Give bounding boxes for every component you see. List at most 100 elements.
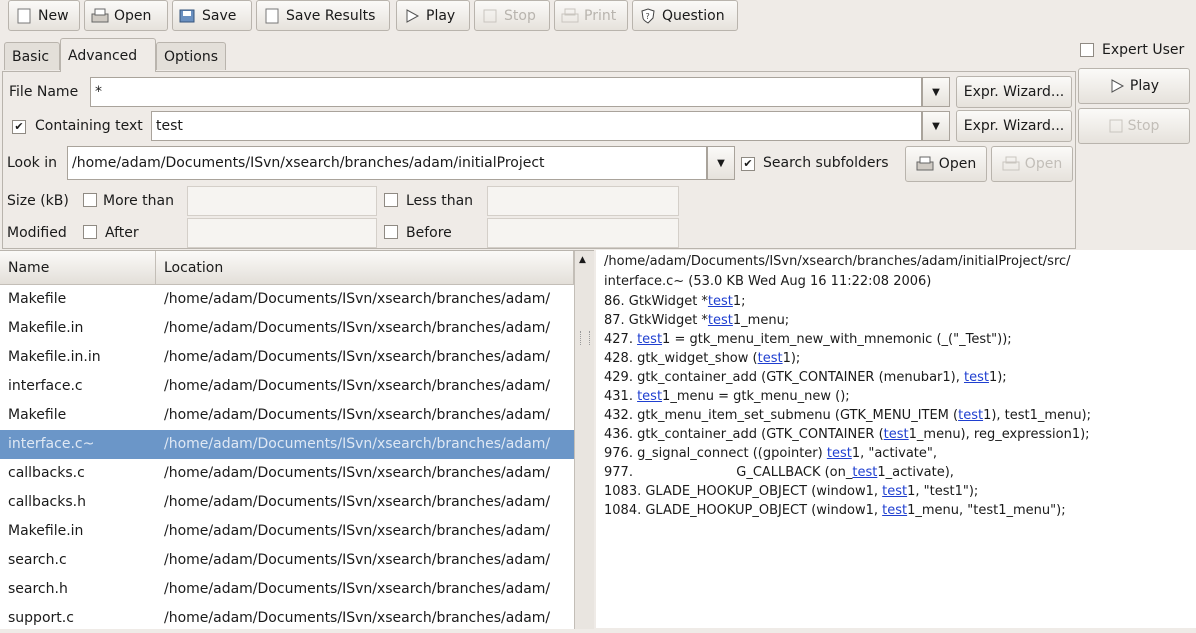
printer-open-icon [91, 7, 109, 25]
tab-advanced[interactable]: Advanced [60, 38, 156, 72]
more-than-checkbox[interactable] [83, 193, 97, 207]
match-link[interactable]: test [758, 351, 783, 366]
table-row[interactable]: Makefile.in/home/adam/Documents/ISvn/xse… [0, 314, 574, 343]
expr-wizard-button-filename[interactable]: Expr. Wizard... [956, 76, 1072, 108]
before-label: Before [406, 225, 452, 241]
less-than-input[interactable] [487, 186, 679, 216]
open-button[interactable]: Open [84, 0, 168, 31]
match-link[interactable]: test [882, 503, 907, 518]
match-line[interactable]: 87. GtkWidget *test1_menu; [604, 313, 789, 328]
match-link[interactable]: test [882, 484, 907, 499]
match-link[interactable]: test [884, 427, 909, 442]
side-stop-button[interactable]: Stop [1078, 108, 1190, 144]
match-line[interactable]: 432. gtk_menu_item_set_submenu (GTK_MENU… [604, 408, 1091, 423]
look-in-input[interactable]: /home/adam/Documents/ISvn/xsearch/branch… [67, 146, 707, 180]
match-line[interactable]: 1083. GLADE_HOOKUP_OBJECT (window1, test… [604, 484, 978, 499]
file-name-cell: callbacks.c [8, 465, 85, 481]
more-than-input[interactable] [187, 186, 377, 216]
column-header-name[interactable]: Name [0, 251, 156, 285]
match-line[interactable]: 976. g_signal_connect ((gpointer) test1,… [604, 446, 937, 461]
file-name-cell: Makefile.in [8, 523, 84, 539]
file-name-cell: support.c [8, 610, 74, 626]
table-row[interactable]: Makefile.in/home/adam/Documents/ISvn/xse… [0, 517, 574, 546]
after-input[interactable] [187, 218, 377, 248]
file-location-cell: /home/adam/Documents/ISvn/xsearch/branch… [164, 523, 551, 539]
match-link[interactable]: test [958, 408, 983, 423]
match-line[interactable]: 86. GtkWidget *test1; [604, 294, 746, 309]
play-button[interactable]: Play [396, 0, 470, 31]
match-line[interactable]: 428. gtk_widget_show (test1); [604, 351, 800, 366]
expert-user-label: Expert User [1102, 42, 1185, 58]
match-link[interactable]: test [852, 465, 877, 480]
table-row[interactable]: Makefile/home/adam/Documents/ISvn/xsearc… [0, 401, 574, 430]
svg-text:?: ? [646, 12, 650, 21]
match-line[interactable]: 431. test1_menu = gtk_menu_new (); [604, 389, 850, 404]
match-link[interactable]: test [637, 389, 662, 404]
pane-splitter-handle[interactable] [580, 331, 590, 345]
side-play-button[interactable]: Play [1078, 68, 1190, 104]
expr-wizard-button-text[interactable]: Expr. Wizard... [956, 110, 1072, 142]
before-checkbox[interactable] [384, 225, 398, 239]
results-scrollbar[interactable]: ▲ [574, 251, 594, 629]
open-disabled-button[interactable]: Open [991, 146, 1073, 182]
print-button[interactable]: Print [554, 0, 628, 31]
match-line[interactable]: 977. G_CALLBACK (on_test1_activate), [604, 465, 954, 480]
containing-text-checkbox[interactable]: ✔ [12, 120, 26, 134]
match-link[interactable]: test [637, 332, 662, 347]
file-location-cell: /home/adam/Documents/ISvn/xsearch/branch… [164, 494, 551, 510]
before-input[interactable] [487, 218, 679, 248]
preview-file-path: /home/adam/Documents/ISvn/xsearch/branch… [604, 254, 1071, 269]
after-label: After [105, 225, 139, 241]
table-row[interactable]: support.c/home/adam/Documents/ISvn/xsear… [0, 604, 574, 633]
table-row[interactable]: search.c/home/adam/Documents/ISvn/xsearc… [0, 546, 574, 575]
new-button[interactable]: New [8, 0, 80, 31]
question-button[interactable]: ? Question [632, 0, 738, 31]
match-link[interactable]: test [964, 370, 989, 385]
stop-button[interactable]: Stop [474, 0, 550, 31]
less-than-label: Less than [406, 193, 474, 209]
table-row-selected[interactable]: interface.c~ /home/adam/Documents/ISvn/xs… [0, 430, 574, 459]
containing-text-dropdown[interactable]: ▼ [922, 111, 950, 141]
tab-options[interactable]: Options [156, 42, 226, 70]
scroll-up-arrow-icon[interactable]: ▲ [579, 255, 586, 265]
match-link[interactable]: test [708, 294, 733, 309]
containing-text-input[interactable]: test [151, 111, 922, 141]
stop-icon [1109, 119, 1123, 133]
table-row[interactable]: Makefile/home/adam/Documents/ISvn/xsearc… [0, 285, 574, 314]
printer-icon [1002, 156, 1020, 172]
match-line[interactable]: 429. gtk_container_add (GTK_CONTAINER (m… [604, 370, 1007, 385]
file-location-cell: /home/adam/Documents/ISvn/xsearch/branch… [164, 291, 551, 307]
file-name-cell: search.h [8, 581, 68, 597]
column-header-location[interactable]: Location [156, 251, 574, 285]
match-link[interactable]: test [708, 313, 733, 328]
match-link[interactable]: test [827, 446, 852, 461]
tab-basic[interactable]: Basic [4, 42, 60, 70]
table-row[interactable]: interface.c/home/adam/Documents/ISvn/xse… [0, 372, 574, 401]
match-line[interactable]: 427. test1 = gtk_menu_item_new_with_mnem… [604, 332, 1012, 347]
file-name-input[interactable]: * [90, 77, 922, 107]
save-results-button[interactable]: Save Results [256, 0, 390, 31]
checkmark-icon: ✔ [743, 157, 753, 170]
table-row[interactable]: search.h/home/adam/Documents/ISvn/xsearc… [0, 575, 574, 604]
preview-file-info: interface.c~ (53.0 KB Wed Aug 16 11:22:0… [604, 274, 932, 289]
save-button[interactable]: Save [172, 0, 252, 31]
match-line[interactable]: 1084. GLADE_HOOKUP_OBJECT (window1, test… [604, 503, 1066, 518]
search-subfolders-checkbox[interactable]: ✔ [741, 157, 755, 171]
file-location-cell: /home/adam/Documents/ISvn/xsearch/branch… [164, 581, 551, 597]
match-line[interactable]: 436. gtk_container_add (GTK_CONTAINER (t… [604, 427, 1090, 442]
size-label: Size (kB) [7, 193, 69, 209]
look-in-dropdown[interactable]: ▼ [707, 146, 735, 180]
table-row[interactable]: callbacks.c/home/adam/Documents/ISvn/xse… [0, 459, 574, 488]
after-checkbox[interactable] [83, 225, 97, 239]
look-in-open-button[interactable]: Open [905, 146, 987, 182]
expert-user-checkbox[interactable] [1080, 43, 1094, 57]
table-row[interactable]: Makefile.in.in/home/adam/Documents/ISvn/… [0, 343, 574, 372]
less-than-checkbox[interactable] [384, 193, 398, 207]
table-row[interactable]: callbacks.h/home/adam/Documents/ISvn/xse… [0, 488, 574, 517]
containing-text-label: Containing text [35, 118, 143, 134]
file-name-cell: Makefile [8, 407, 67, 423]
file-location-cell: /home/adam/Documents/ISvn/xsearch/branch… [164, 378, 551, 394]
more-than-label: More than [103, 193, 174, 209]
file-name-dropdown[interactable]: ▼ [922, 77, 950, 107]
chevron-down-icon: ▼ [932, 120, 940, 132]
